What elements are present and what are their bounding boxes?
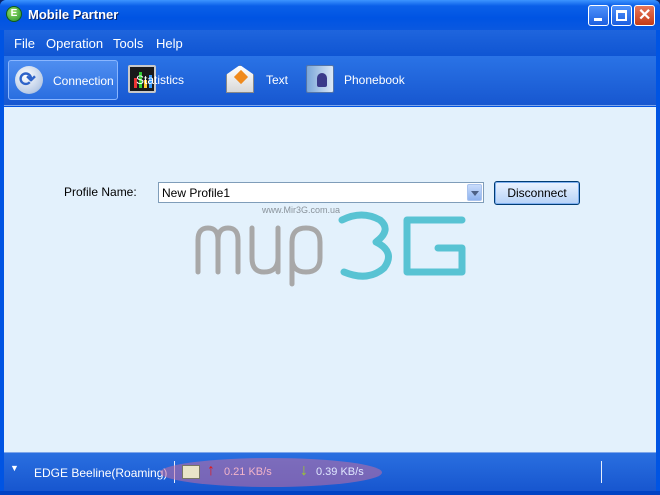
watermark-url: www.Mir3G.com.ua (262, 205, 341, 215)
chevron-down-icon[interactable] (467, 184, 482, 201)
tab-statistics[interactable]: Statistics (122, 60, 218, 100)
mobile-partner-window: E Mobile Partner ✕ File Operation Tools … (0, 0, 660, 495)
menu-help[interactable]: Help (156, 36, 183, 51)
mir3g-watermark-logo: www.Mir3G.com.ua (192, 202, 482, 287)
tab-text[interactable]: Text (222, 60, 294, 100)
network-adapter-icon (182, 465, 200, 479)
upload-speed: 0.21 KB/s (224, 466, 272, 478)
envelope-icon (226, 65, 254, 93)
tab-phonebook[interactable]: Phonebook (300, 60, 410, 100)
menu-bar: File Operation Tools Help (4, 30, 656, 56)
profile-select[interactable]: New Profile1 (158, 182, 484, 203)
title-bar[interactable]: E Mobile Partner ✕ (0, 0, 660, 30)
disconnect-button[interactable]: Disconnect (494, 181, 580, 205)
download-arrow-icon: ↓ (300, 462, 308, 479)
toolbar: Connection Statistics Text Phonebook (4, 56, 656, 106)
profile-select-value: New Profile1 (162, 186, 231, 200)
connection-panel: Profile Name: New Profile1 Disconnect ww… (4, 107, 656, 452)
maximize-button[interactable] (611, 5, 632, 26)
minimize-icon (594, 18, 602, 21)
expand-arrow-icon[interactable]: ▼ (10, 463, 19, 473)
tab-statistics-label: Statistics (136, 73, 185, 87)
status-bar: ▼ EDGE Beeline(Roaming) ↑ 0.21 KB/s ↓ 0.… (4, 452, 656, 491)
window-frame-right (656, 30, 660, 495)
tab-connection-label: Connection (53, 74, 114, 88)
download-speed: 0.39 KB/s (316, 466, 364, 478)
tab-text-label: Text (266, 73, 289, 87)
close-icon: ✕ (638, 7, 652, 24)
upload-arrow-icon: ↑ (207, 462, 215, 479)
phonebook-icon (306, 65, 334, 93)
menu-file[interactable]: File (14, 36, 35, 51)
network-status: EDGE Beeline(Roaming) (34, 466, 168, 480)
profile-name-label: Profile Name: (64, 185, 137, 199)
window-title: Mobile Partner (28, 7, 119, 22)
menu-tools[interactable]: Tools (113, 36, 143, 51)
status-separator (601, 461, 602, 483)
minimize-button[interactable] (588, 5, 609, 26)
close-button[interactable]: ✕ (634, 5, 655, 26)
tab-phonebook-label: Phonebook (344, 73, 405, 87)
maximize-icon (616, 10, 627, 21)
tab-connection[interactable]: Connection (8, 60, 118, 100)
window-frame-left (0, 30, 4, 495)
connection-icon (15, 66, 43, 94)
mobile-partner-icon: E (6, 6, 22, 22)
menu-operation[interactable]: Operation (46, 36, 103, 51)
window-frame-bottom (0, 491, 660, 495)
